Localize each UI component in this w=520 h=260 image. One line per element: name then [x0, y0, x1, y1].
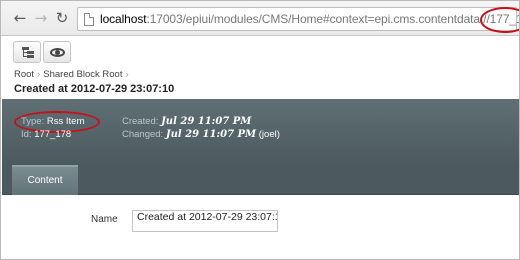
forward-arrow-icon[interactable]: →	[33, 10, 49, 26]
chevron-right-icon: ›	[37, 69, 41, 80]
browser-window: ← → ↻ localhost:17003/epiui/modules/CMS/…	[0, 0, 520, 260]
changed-value: Jul 29 11:07 PM	[165, 129, 257, 140]
id-label: Id:	[21, 129, 32, 140]
tab-content[interactable]: Content	[12, 165, 78, 195]
eye-icon	[50, 48, 65, 57]
content-info-panel: Type: Rss Item Id: 177_178 Created: Jul …	[2, 99, 519, 165]
page-icon	[84, 13, 94, 26]
type-value: Rss Item	[46, 116, 85, 127]
url-id: /177_178	[486, 12, 519, 26]
tree-structure-icon	[22, 47, 34, 58]
name-field[interactable]: Created at 2012-07-29 23:07:10	[132, 210, 278, 232]
url-id-highlight: /177_178	[480, 7, 519, 33]
reload-icon[interactable]: ↻	[54, 10, 70, 26]
page-title: Created at 2012-07-29 23:07:10	[14, 83, 175, 95]
browser-toolbar: ← → ↻ localhost:17003/epiui/modules/CMS/…	[1, 1, 519, 36]
breadcrumb: Root › Shared Block Root ›	[14, 69, 132, 80]
created-value: Jul 29 11:07 PM	[161, 116, 252, 127]
created-row: Created: Jul 29 11:07 PM	[122, 116, 251, 127]
type-label: Type:	[21, 116, 45, 127]
breadcrumb-item-shared-block-root[interactable]: Shared Block Root	[43, 69, 122, 80]
id-row: Id: 177_178	[21, 129, 71, 140]
view-mode-button[interactable]	[43, 41, 71, 63]
changed-by: (joel)	[258, 129, 280, 140]
address-bar[interactable]: localhost:17003/epiui/modules/CMS/Home#c…	[77, 7, 519, 33]
url-text[interactable]: localhost:17003/epiui/modules/CMS/Home#c…	[100, 7, 519, 33]
url-host: localhost	[100, 12, 147, 26]
type-row: Type: Rss Item	[21, 116, 84, 127]
tab-strip: Content	[2, 165, 519, 195]
id-value: 177_178	[34, 129, 72, 140]
breadcrumb-item-root[interactable]: Root	[14, 69, 34, 80]
changed-label: Changed:	[122, 129, 164, 140]
back-arrow-icon[interactable]: ←	[12, 10, 28, 26]
tree-toggle-button[interactable]	[13, 41, 41, 63]
url-path: :17003/epiui/modules/CMS/Home#context=ep…	[146, 12, 487, 26]
created-label: Created:	[122, 116, 159, 127]
chevron-right-icon: ›	[125, 69, 129, 80]
name-field-label: Name	[91, 214, 118, 225]
changed-row: Changed: Jul 29 11:07 PM (joel)	[122, 129, 280, 140]
